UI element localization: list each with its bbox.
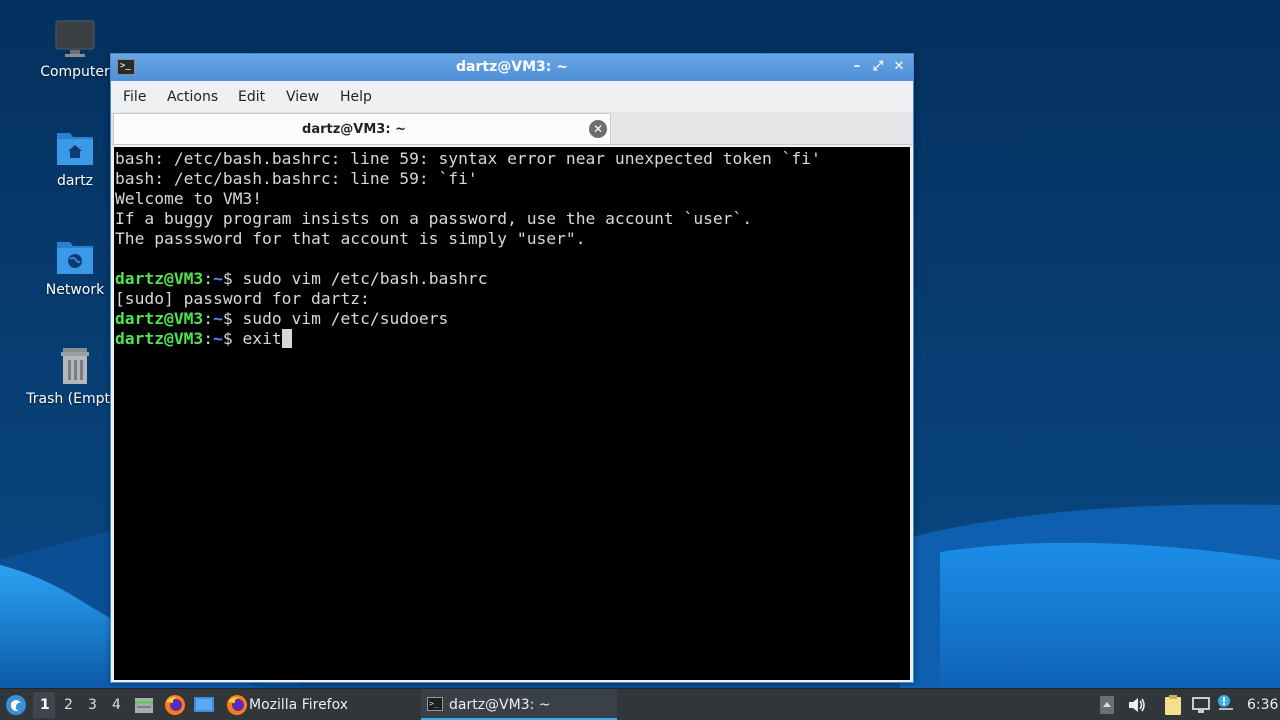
command-line: dartz@VM3:~$ sudo vim /etc/sudoers bbox=[115, 309, 910, 329]
task-button-firefox[interactable]: Mozilla Firefox bbox=[222, 689, 418, 720]
output-line: The passsword for that account is simply… bbox=[115, 229, 586, 248]
tray-arrow-icon[interactable] bbox=[1099, 695, 1115, 715]
menu-edit[interactable]: Edit bbox=[238, 89, 265, 105]
file-manager-icon[interactable] bbox=[134, 695, 154, 715]
task-button-terminal[interactable]: >_ dartz@VM3: ~ bbox=[421, 689, 617, 720]
command-text: sudo vim /etc/sudoers bbox=[242, 309, 449, 328]
prompt-symbol: $ bbox=[222, 269, 243, 288]
app-menu-icon[interactable] bbox=[5, 694, 27, 716]
command-line-current[interactable]: dartz@VM3:~$ exit bbox=[115, 329, 910, 349]
tab-bar: dartz@VM3: ~ ✕ bbox=[111, 112, 913, 145]
tab-close-icon[interactable]: ✕ bbox=[589, 120, 607, 138]
output-line: bash: /etc/bash.bashrc: line 59: `fi' bbox=[115, 169, 478, 188]
prompt-symbol: $ bbox=[222, 309, 243, 328]
workspace-4[interactable]: 4 bbox=[112, 697, 121, 713]
prompt-path: ~ bbox=[213, 269, 223, 288]
home-folder-icon bbox=[57, 133, 93, 165]
command-input[interactable]: exit bbox=[242, 329, 281, 348]
terminal-window[interactable]: >_ dartz@VM3: ~ – ⤢ ✕ File Actions Edit … bbox=[110, 53, 914, 683]
tab-terminal[interactable]: dartz@VM3: ~ ✕ bbox=[113, 113, 611, 144]
network-folder-icon bbox=[57, 242, 93, 274]
output-line: bash: /etc/bash.bashrc: line 59: syntax … bbox=[115, 149, 821, 168]
prompt-separator: : bbox=[203, 329, 214, 348]
prompt-path: ~ bbox=[213, 329, 223, 348]
clipboard-icon[interactable] bbox=[1163, 694, 1183, 716]
prompt-separator: : bbox=[203, 309, 214, 328]
minimize-button[interactable]: – bbox=[848, 58, 866, 76]
maximize-button[interactable]: ⤢ bbox=[869, 58, 887, 76]
output-line: Welcome to VM3! bbox=[115, 189, 263, 208]
terminal-output[interactable]: bash: /etc/bash.bashrc: line 59: syntax … bbox=[114, 147, 910, 680]
clock[interactable]: 6:36 bbox=[1247, 697, 1278, 713]
notification-icon[interactable] bbox=[1216, 693, 1236, 715]
window-title: dartz@VM3: ~ bbox=[456, 59, 568, 75]
text-cursor bbox=[281, 329, 292, 348]
prompt-user-host: dartz@VM3 bbox=[115, 309, 204, 328]
menu-file[interactable]: File bbox=[123, 89, 146, 105]
volume-icon[interactable] bbox=[1127, 695, 1147, 715]
workspace-2[interactable]: 2 bbox=[64, 697, 73, 713]
show-desktop-icon[interactable] bbox=[193, 695, 215, 715]
window-titlebar[interactable]: >_ dartz@VM3: ~ – ⤢ ✕ bbox=[111, 54, 913, 81]
firefox-launcher-icon[interactable] bbox=[164, 694, 186, 716]
firefox-icon bbox=[227, 695, 247, 715]
prompt-separator: : bbox=[203, 269, 214, 288]
command-text: sudo vim /etc/bash.bashrc bbox=[242, 269, 488, 288]
prompt-user-host: dartz@VM3 bbox=[115, 269, 204, 288]
computer-icon bbox=[55, 20, 95, 57]
task-label: dartz@VM3: ~ bbox=[449, 697, 551, 713]
menu-help[interactable]: Help bbox=[340, 89, 372, 105]
workspace-3[interactable]: 3 bbox=[88, 697, 97, 713]
prompt-symbol: $ bbox=[222, 329, 243, 348]
close-button[interactable]: ✕ bbox=[890, 58, 908, 76]
tab-label: dartz@VM3: ~ bbox=[302, 122, 406, 137]
task-label: Mozilla Firefox bbox=[249, 697, 349, 713]
terminal-icon: >_ bbox=[427, 697, 443, 711]
workspace-1[interactable]: 1 bbox=[40, 697, 50, 713]
output-line: [sudo] password for dartz: bbox=[115, 289, 370, 308]
prompt-user-host: dartz@VM3 bbox=[115, 329, 204, 348]
menu-bar: File Actions Edit View Help bbox=[111, 81, 913, 112]
taskbar: 1 2 3 4 Mozilla Firefox >_ dartz@VM3: ~ bbox=[0, 688, 1280, 720]
output-line: If a buggy program insists on a password… bbox=[115, 209, 753, 228]
prompt-path: ~ bbox=[213, 309, 223, 328]
menu-actions[interactable]: Actions bbox=[167, 89, 218, 105]
command-line: dartz@VM3:~$ sudo vim /etc/bash.bashrc bbox=[115, 269, 910, 289]
trash-icon bbox=[61, 348, 89, 384]
network-icon[interactable] bbox=[1190, 695, 1212, 715]
menu-view[interactable]: View bbox=[286, 89, 319, 105]
